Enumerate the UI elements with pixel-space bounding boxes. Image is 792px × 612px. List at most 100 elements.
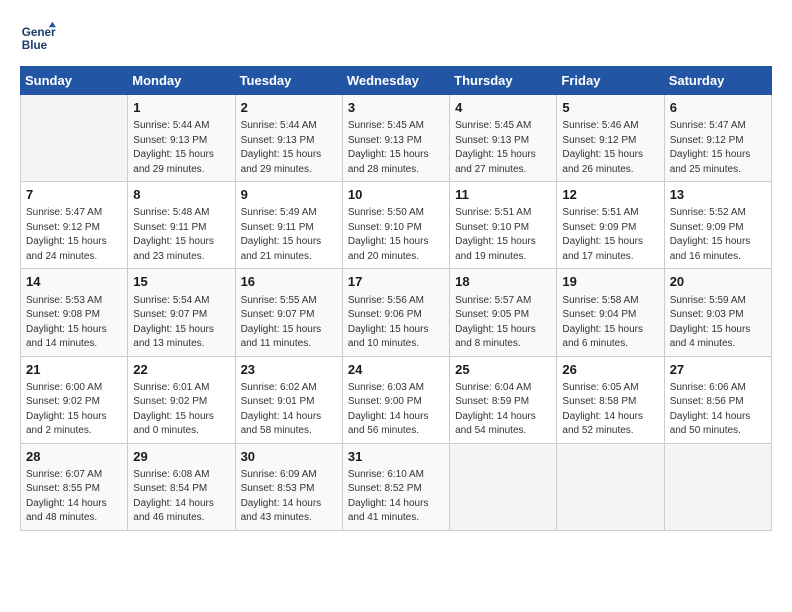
- day-detail: Sunrise: 6:03 AM Sunset: 9:00 PM Dayligh…: [348, 381, 444, 439]
- calendar-week-2: 7 Sunrise: 5:47 AM Sunset: 9:12 PM Daylig…: [21, 182, 772, 269]
- calendar-cell: [21, 95, 128, 182]
- calendar-cell: 4 Sunrise: 5:45 AM Sunset: 9:13 PM Daylig…: [450, 95, 557, 182]
- col-header-wednesday: Wednesday: [342, 67, 449, 95]
- day-number: 9: [241, 186, 337, 204]
- day-detail: Sunrise: 6:05 AM Sunset: 8:58 PM Dayligh…: [562, 381, 658, 439]
- day-detail: Sunrise: 5:55 AM Sunset: 9:07 PM Dayligh…: [241, 294, 337, 352]
- day-detail: Sunrise: 5:53 AM Sunset: 9:08 PM Dayligh…: [26, 294, 122, 352]
- calendar-cell: 21Sunrise: 6:00 AM Sunset: 9:02 PM Dayli…: [21, 356, 128, 443]
- calendar-cell: 27 Sunrise: 6:06 AM Sunset: 8:56 PM Dayli…: [664, 356, 771, 443]
- calendar-cell: 10Sunrise: 5:50 AM Sunset: 9:10 PM Dayli…: [342, 182, 449, 269]
- day-number: 11: [455, 186, 551, 204]
- day-number: 26: [562, 361, 658, 379]
- day-number: 12: [562, 186, 658, 204]
- day-number: 7: [26, 186, 122, 204]
- day-detail: Sunrise: 6:10 AM Sunset: 8:52 PM Dayligh…: [348, 468, 444, 526]
- calendar-cell: 5 Sunrise: 5:46 AM Sunset: 9:12 PM Daylig…: [557, 95, 664, 182]
- day-number: 20: [670, 273, 766, 291]
- day-detail: Sunrise: 5:54 AM Sunset: 9:07 PM Dayligh…: [133, 294, 229, 352]
- calendar-header-row: SundayMondayTuesdayWednesdayThursdayFrid…: [21, 67, 772, 95]
- day-detail: Sunrise: 5:44 AM Sunset: 9:13 PM Dayligh…: [133, 119, 229, 177]
- day-detail: Sunrise: 6:06 AM Sunset: 8:56 PM Dayligh…: [670, 381, 766, 439]
- day-detail: Sunrise: 5:58 AM Sunset: 9:04 PM Dayligh…: [562, 294, 658, 352]
- day-detail: Sunrise: 5:57 AM Sunset: 9:05 PM Dayligh…: [455, 294, 551, 352]
- day-number: 14: [26, 273, 122, 291]
- logo: General Blue: [20, 20, 60, 56]
- calendar-cell: 17 Sunrise: 5:56 AM Sunset: 9:06 PM Dayli…: [342, 269, 449, 356]
- day-detail: Sunrise: 6:09 AM Sunset: 8:53 PM Dayligh…: [241, 468, 337, 526]
- col-header-sunday: Sunday: [21, 67, 128, 95]
- day-number: 22: [133, 361, 229, 379]
- day-detail: Sunrise: 5:52 AM Sunset: 9:09 PM Dayligh…: [670, 206, 766, 264]
- calendar-cell: [664, 443, 771, 530]
- calendar-cell: 8 Sunrise: 5:48 AM Sunset: 9:11 PM Daylig…: [128, 182, 235, 269]
- calendar-week-1: 1 Sunrise: 5:44 AM Sunset: 9:13 PM Daylig…: [21, 95, 772, 182]
- day-detail: Sunrise: 6:04 AM Sunset: 8:59 PM Dayligh…: [455, 381, 551, 439]
- day-detail: Sunrise: 5:45 AM Sunset: 9:13 PM Dayligh…: [348, 119, 444, 177]
- day-number: 18: [455, 273, 551, 291]
- day-number: 2: [241, 99, 337, 117]
- day-detail: Sunrise: 5:45 AM Sunset: 9:13 PM Dayligh…: [455, 119, 551, 177]
- day-number: 25: [455, 361, 551, 379]
- day-detail: Sunrise: 5:49 AM Sunset: 9:11 PM Dayligh…: [241, 206, 337, 264]
- day-number: 23: [241, 361, 337, 379]
- calendar-cell: 6 Sunrise: 5:47 AM Sunset: 9:12 PM Daylig…: [664, 95, 771, 182]
- calendar-cell: 2 Sunrise: 5:44 AM Sunset: 9:13 PM Daylig…: [235, 95, 342, 182]
- day-number: 27: [670, 361, 766, 379]
- day-number: 8: [133, 186, 229, 204]
- calendar-cell: 12 Sunrise: 5:51 AM Sunset: 9:09 PM Dayli…: [557, 182, 664, 269]
- calendar-cell: 9 Sunrise: 5:49 AM Sunset: 9:11 PM Daylig…: [235, 182, 342, 269]
- day-number: 29: [133, 448, 229, 466]
- day-detail: Sunrise: 5:51 AM Sunset: 9:10 PM Dayligh…: [455, 206, 551, 264]
- calendar-week-3: 14 Sunrise: 5:53 AM Sunset: 9:08 PM Dayli…: [21, 269, 772, 356]
- day-detail: Sunrise: 6:02 AM Sunset: 9:01 PM Dayligh…: [241, 381, 337, 439]
- calendar-cell: 24 Sunrise: 6:03 AM Sunset: 9:00 PM Dayli…: [342, 356, 449, 443]
- day-number: 4: [455, 99, 551, 117]
- svg-text:Blue: Blue: [22, 39, 48, 52]
- day-detail: Sunrise: 5:50 AM Sunset: 9:10 PM Dayligh…: [348, 206, 444, 264]
- day-number: 5: [562, 99, 658, 117]
- day-number: 6: [670, 99, 766, 117]
- day-detail: Sunrise: 5:59 AM Sunset: 9:03 PM Dayligh…: [670, 294, 766, 352]
- calendar-cell: [557, 443, 664, 530]
- calendar-cell: 3Sunrise: 5:45 AM Sunset: 9:13 PM Daylig…: [342, 95, 449, 182]
- day-detail: Sunrise: 5:51 AM Sunset: 9:09 PM Dayligh…: [562, 206, 658, 264]
- calendar-cell: 7 Sunrise: 5:47 AM Sunset: 9:12 PM Daylig…: [21, 182, 128, 269]
- col-header-saturday: Saturday: [664, 67, 771, 95]
- day-number: 17: [348, 273, 444, 291]
- calendar-week-5: 28Sunrise: 6:07 AM Sunset: 8:55 PM Dayli…: [21, 443, 772, 530]
- day-number: 30: [241, 448, 337, 466]
- day-detail: Sunrise: 5:47 AM Sunset: 9:12 PM Dayligh…: [26, 206, 122, 264]
- calendar-cell: 26 Sunrise: 6:05 AM Sunset: 8:58 PM Dayli…: [557, 356, 664, 443]
- col-header-thursday: Thursday: [450, 67, 557, 95]
- day-detail: Sunrise: 5:46 AM Sunset: 9:12 PM Dayligh…: [562, 119, 658, 177]
- day-number: 13: [670, 186, 766, 204]
- day-detail: Sunrise: 6:08 AM Sunset: 8:54 PM Dayligh…: [133, 468, 229, 526]
- day-number: 28: [26, 448, 122, 466]
- calendar-cell: 22Sunrise: 6:01 AM Sunset: 9:02 PM Dayli…: [128, 356, 235, 443]
- calendar-cell: [450, 443, 557, 530]
- day-detail: Sunrise: 5:44 AM Sunset: 9:13 PM Dayligh…: [241, 119, 337, 177]
- page-header: General Blue: [20, 20, 772, 56]
- calendar-cell: 1 Sunrise: 5:44 AM Sunset: 9:13 PM Daylig…: [128, 95, 235, 182]
- svg-text:General: General: [22, 26, 56, 39]
- day-number: 24: [348, 361, 444, 379]
- calendar-cell: 25 Sunrise: 6:04 AM Sunset: 8:59 PM Dayli…: [450, 356, 557, 443]
- calendar-cell: 16Sunrise: 5:55 AM Sunset: 9:07 PM Dayli…: [235, 269, 342, 356]
- calendar-cell: 15Sunrise: 5:54 AM Sunset: 9:07 PM Dayli…: [128, 269, 235, 356]
- day-number: 21: [26, 361, 122, 379]
- calendar-cell: 31Sunrise: 6:10 AM Sunset: 8:52 PM Dayli…: [342, 443, 449, 530]
- day-detail: Sunrise: 5:47 AM Sunset: 9:12 PM Dayligh…: [670, 119, 766, 177]
- calendar-cell: 19 Sunrise: 5:58 AM Sunset: 9:04 PM Dayli…: [557, 269, 664, 356]
- day-number: 19: [562, 273, 658, 291]
- calendar-cell: 18 Sunrise: 5:57 AM Sunset: 9:05 PM Dayli…: [450, 269, 557, 356]
- col-header-friday: Friday: [557, 67, 664, 95]
- calendar-cell: 28Sunrise: 6:07 AM Sunset: 8:55 PM Dayli…: [21, 443, 128, 530]
- day-detail: Sunrise: 5:48 AM Sunset: 9:11 PM Dayligh…: [133, 206, 229, 264]
- day-number: 1: [133, 99, 229, 117]
- col-header-tuesday: Tuesday: [235, 67, 342, 95]
- calendar-cell: 29 Sunrise: 6:08 AM Sunset: 8:54 PM Dayli…: [128, 443, 235, 530]
- calendar-cell: 20 Sunrise: 5:59 AM Sunset: 9:03 PM Dayli…: [664, 269, 771, 356]
- day-detail: Sunrise: 5:56 AM Sunset: 9:06 PM Dayligh…: [348, 294, 444, 352]
- calendar-cell: 14 Sunrise: 5:53 AM Sunset: 9:08 PM Dayli…: [21, 269, 128, 356]
